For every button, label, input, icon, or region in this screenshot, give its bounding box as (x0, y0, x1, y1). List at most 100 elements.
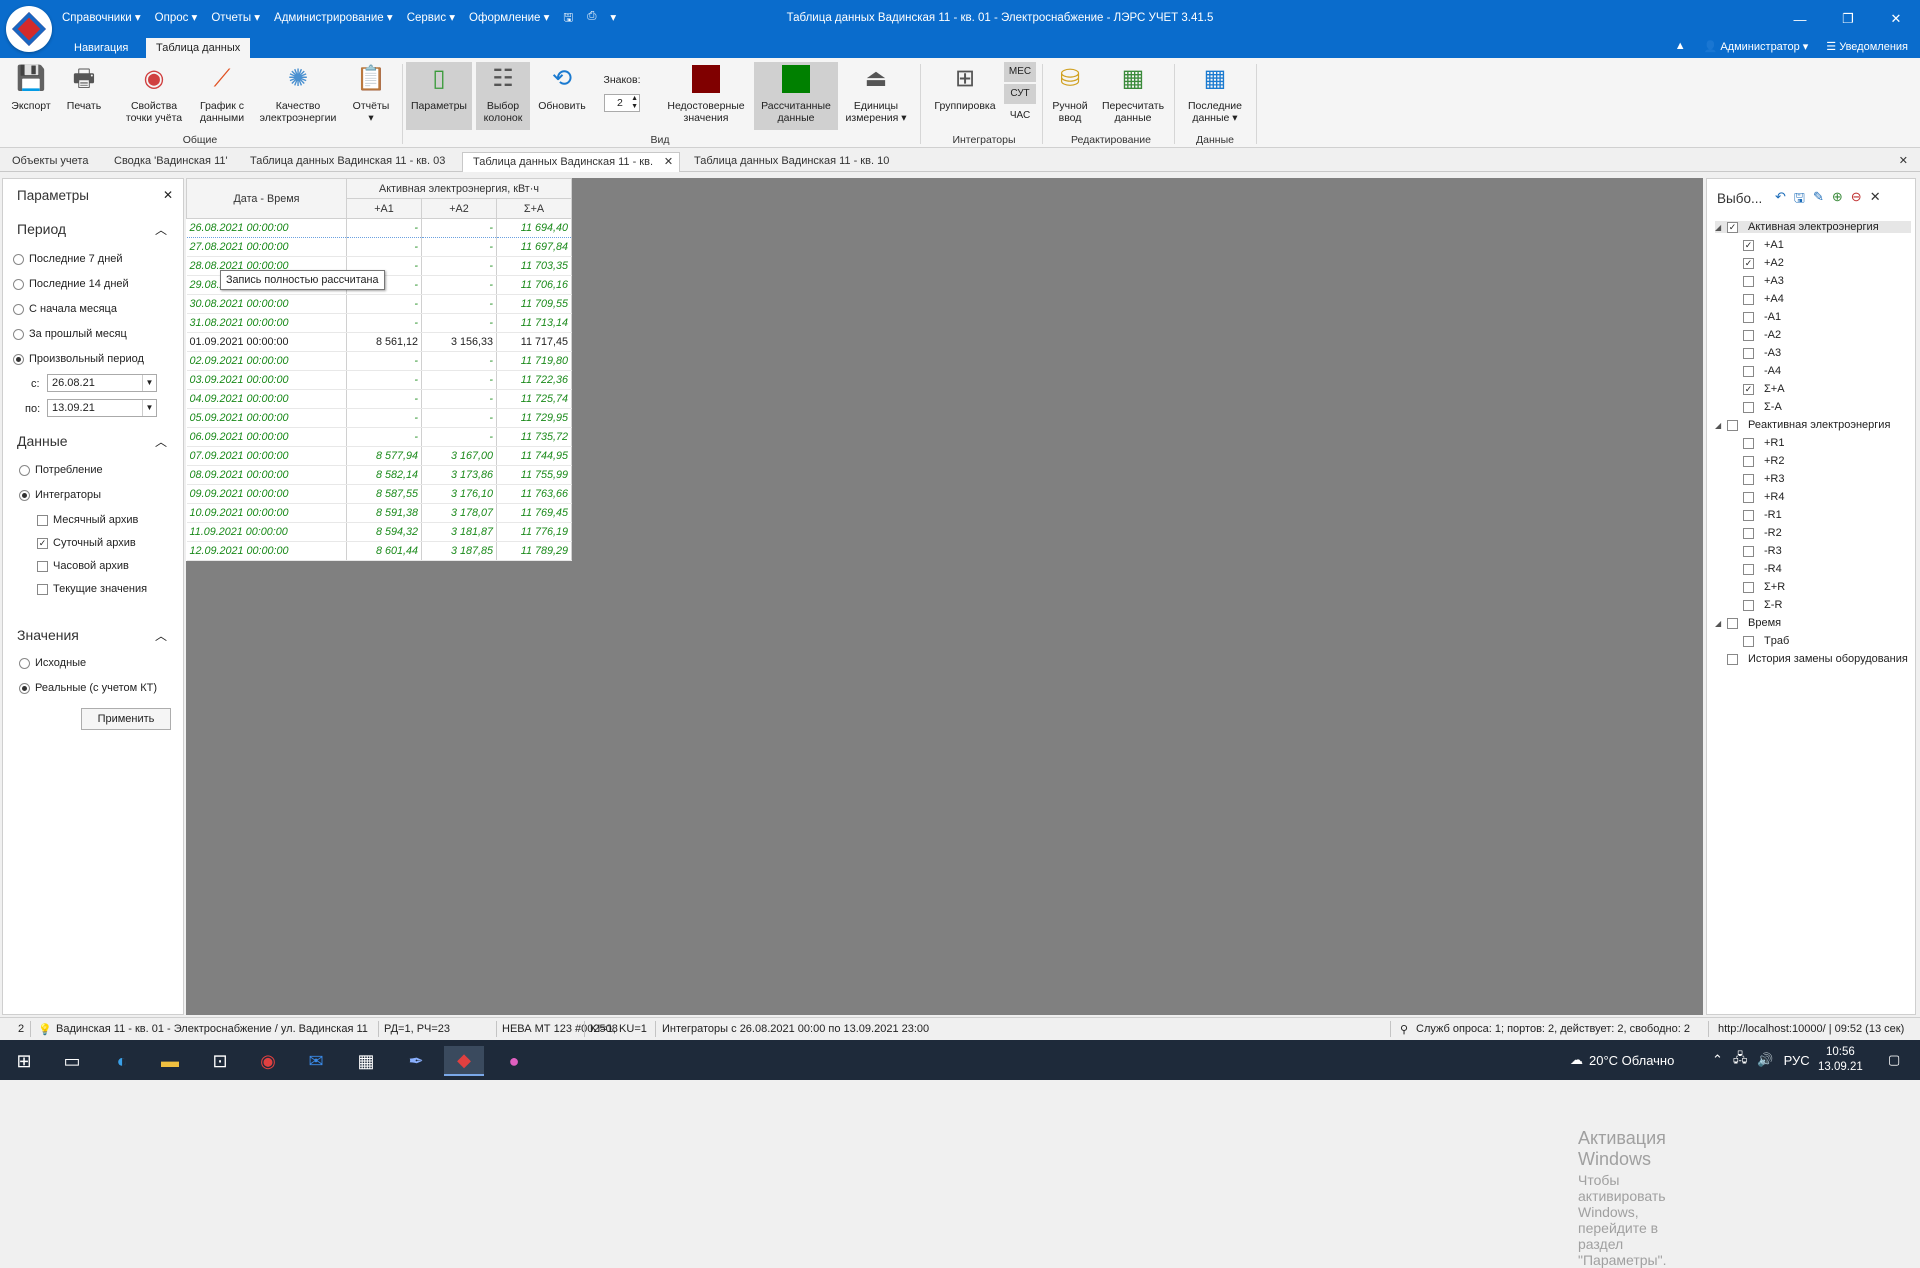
cell-a2[interactable]: - (421, 275, 497, 295)
tree-item[interactable]: Σ+R (1743, 581, 1785, 593)
cell-sum[interactable]: 11 744,95 (496, 446, 572, 466)
undo-icon[interactable]: ↶ (1775, 189, 1786, 211)
values-real[interactable]: Реальные (с учетом КТ) (19, 682, 157, 694)
archive-hourly[interactable]: Часовой архив (37, 560, 129, 572)
table-row[interactable]: 31.08.2021 00:00:00- -11 713,14 (186, 313, 572, 333)
cell-a1[interactable]: - (346, 427, 422, 447)
cell-sum[interactable]: 11 729,95 (496, 408, 572, 428)
cell-a2[interactable]: 3 156,33 (421, 332, 497, 352)
cell-datetime[interactable]: 07.09.2021 00:00:00 (186, 446, 347, 466)
tab-data-table[interactable]: Таблица данных (146, 38, 251, 58)
tree-item[interactable]: Tраб (1743, 635, 1789, 647)
period-custom[interactable]: Произвольный период (13, 353, 144, 365)
doc-tab-table-03[interactable]: Таблица данных Вадинская 11 - кв. 03 (240, 152, 455, 172)
doc-tab-table-01[interactable]: Таблица данных Вадинская 11 - кв. ✕ (462, 152, 681, 172)
expand-icon[interactable]: ◢ (1715, 223, 1723, 232)
tree-item[interactable]: -A4 (1743, 365, 1781, 377)
tree-group[interactable]: ◢ ✓ Активная электроэнергия (1715, 221, 1911, 233)
cell-a2[interactable]: - (421, 351, 497, 371)
checkbox-icon[interactable] (1743, 545, 1754, 557)
refresh-button[interactable]: ⟲ Обновить (534, 62, 590, 113)
col-a2-header[interactable]: +A2 (421, 198, 497, 219)
table-row[interactable]: 12.09.2021 00:00:00 8 601,44 3 187,85 11 78… (186, 541, 572, 561)
cell-a2[interactable]: - (421, 313, 497, 333)
table-row[interactable]: 04.09.2021 00:00:00- -11 725,74 (186, 389, 572, 409)
chevron-up-icon[interactable]: ︿ (155, 433, 167, 450)
cell-a1[interactable]: - (346, 408, 422, 428)
explorer-icon[interactable]: ▬ (150, 1046, 190, 1076)
cell-datetime[interactable]: 03.09.2021 00:00:00 (186, 370, 347, 390)
close-panel-icon[interactable]: ✕ (163, 188, 173, 202)
tree-item[interactable]: +R1 (1743, 437, 1785, 449)
checkbox-icon[interactable] (1743, 599, 1754, 611)
values-raw[interactable]: Исходные (19, 657, 86, 669)
store-icon[interactable]: ⊡ (200, 1046, 240, 1076)
cell-datetime[interactable]: 04.09.2021 00:00:00 (186, 389, 347, 409)
units-button[interactable]: ⏏ Единицы измерения ▾ (840, 62, 912, 125)
checkbox-icon[interactable] (1743, 527, 1754, 539)
clock[interactable]: 10:56 13.09.21 (1818, 1040, 1863, 1080)
remove-icon[interactable]: ⊖ (1851, 189, 1862, 211)
cell-datetime[interactable]: 02.09.2021 00:00:00 (186, 351, 347, 371)
cell-datetime[interactable]: 12.09.2021 00:00:00 (186, 541, 347, 561)
checkbox-icon[interactable] (1743, 275, 1754, 287)
app-logo[interactable] (6, 6, 52, 52)
cell-a1[interactable]: 8 561,12 (346, 332, 422, 352)
day-toggle[interactable]: СУТ (1004, 84, 1036, 104)
menu-appearance[interactable]: Оформление ▾ (469, 10, 549, 29)
cell-a1[interactable]: 8 582,14 (346, 465, 422, 485)
tree-item[interactable]: +R2 (1743, 455, 1785, 467)
checkbox-icon[interactable] (1743, 437, 1754, 449)
reports-button[interactable]: 📋 Отчёты ▾ (346, 62, 396, 125)
checkbox-icon[interactable] (1743, 455, 1754, 467)
cell-a1[interactable]: - (346, 389, 422, 409)
cell-a1[interactable]: 8 601,44 (346, 541, 422, 561)
mail-icon[interactable]: ✉ (296, 1046, 336, 1076)
cell-sum[interactable]: 11 694,40 (496, 218, 572, 238)
col-datetime-header[interactable]: Дата - Время (186, 178, 347, 219)
chart-button[interactable]: ⟋ График с данными (194, 62, 250, 125)
export-button[interactable]: 💾 Экспорт (6, 62, 56, 113)
cell-a2[interactable]: - (421, 389, 497, 409)
cell-a2[interactable]: - (421, 218, 497, 238)
close-all-tabs-icon[interactable]: ✕ (1889, 152, 1918, 172)
cell-datetime[interactable]: 06.09.2021 00:00:00 (186, 427, 347, 447)
cell-a2[interactable]: - (421, 370, 497, 390)
table-row[interactable]: 09.09.2021 00:00:00 8 587,55 3 176,10 11 76… (186, 484, 572, 504)
cell-a1[interactable]: - (346, 218, 422, 238)
cell-sum[interactable]: 11 755,99 (496, 465, 572, 485)
calculated-data-button[interactable]: Рассчитанные данные (754, 62, 838, 130)
quick-save-icon[interactable]: 🖫 (563, 10, 573, 29)
tree-item[interactable]: -R4 (1743, 563, 1782, 575)
cell-datetime[interactable]: 11.09.2021 00:00:00 (186, 522, 347, 542)
checkbox-icon[interactable] (1743, 563, 1754, 575)
cell-sum[interactable]: 11 789,29 (496, 541, 572, 561)
tree-item[interactable]: +R4 (1743, 491, 1785, 503)
dropdown-arrow-icon[interactable]: ▼ (142, 375, 156, 391)
unreliable-values-button[interactable]: Недостоверные значения (662, 62, 750, 124)
checkbox-icon[interactable] (1743, 473, 1754, 485)
cell-sum[interactable]: 11 697,84 (496, 237, 572, 257)
table-row[interactable]: 07.09.2021 00:00:00 8 577,94 3 167,00 11 74… (186, 446, 572, 466)
cell-datetime[interactable]: 31.08.2021 00:00:00 (186, 313, 347, 333)
col-sum-header[interactable]: Σ+A (496, 198, 572, 219)
period-last7[interactable]: Последние 7 дней (13, 253, 123, 265)
notifications-button[interactable]: ☰ Уведомления (1826, 40, 1908, 53)
tree-item[interactable]: +A4 (1743, 293, 1784, 305)
calculator-app-icon[interactable]: ▦ (346, 1046, 386, 1076)
period-month-start[interactable]: С начала месяца (13, 303, 117, 315)
tree-item[interactable]: ✓ +A2 (1743, 257, 1784, 269)
cell-sum[interactable]: 11 769,45 (496, 503, 572, 523)
tree-item[interactable]: -A2 (1743, 329, 1781, 341)
menu-polling[interactable]: Опрос ▾ (155, 10, 198, 29)
table-row[interactable]: 06.09.2021 00:00:00- -11 735,72 (186, 427, 572, 447)
checkbox-icon[interactable] (1743, 347, 1754, 359)
params-button[interactable]: ▯ Параметры (406, 62, 472, 130)
table-row[interactable]: 01.09.2021 00:00:00 8 561,12 3 156,33 11 71… (186, 332, 572, 352)
table-row[interactable]: 10.09.2021 00:00:00 8 591,38 3 178,07 11 76… (186, 503, 572, 523)
minimize-button[interactable]: — (1776, 0, 1824, 38)
data-consumption[interactable]: Потребление (19, 464, 103, 476)
edge-icon[interactable]: ◐ (102, 1046, 142, 1076)
checkbox-icon[interactable] (1743, 401, 1754, 413)
checkbox-icon[interactable] (1743, 509, 1754, 521)
